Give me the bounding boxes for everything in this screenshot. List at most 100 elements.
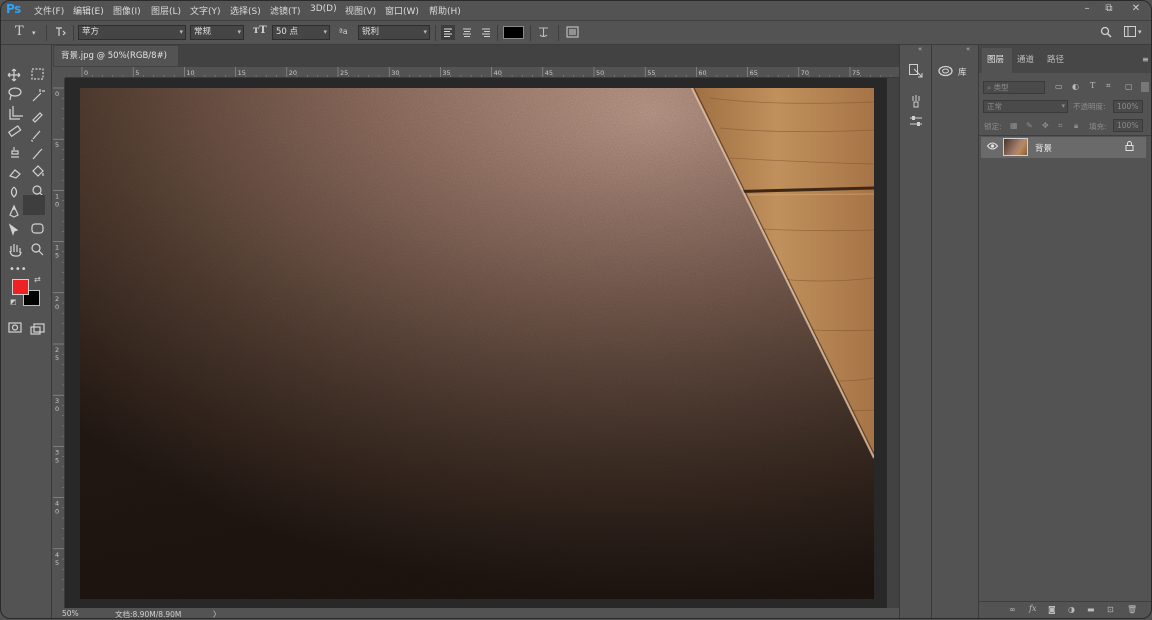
align-right-button[interactable] xyxy=(479,25,493,40)
align-center-button[interactable] xyxy=(460,25,474,40)
ruler-label: 5 xyxy=(55,456,59,464)
adjustment-filter-icon[interactable]: ◐ xyxy=(1072,82,1079,91)
type-tool-preset[interactable]: T xyxy=(15,24,24,39)
opacity-label: 不透明度: xyxy=(1073,102,1106,111)
menu-select[interactable]: 选择(S) xyxy=(230,4,261,17)
text-orientation-icon[interactable] xyxy=(55,26,67,41)
mask-icon[interactable]: ◙ xyxy=(1048,605,1056,614)
text-color-swatch[interactable] xyxy=(503,26,524,39)
ruler-label: 55 xyxy=(647,69,655,77)
ruler-label: 5 xyxy=(55,141,59,149)
lock-transparency-icon[interactable]: ▦ xyxy=(1010,121,1018,130)
warp-text-icon[interactable] xyxy=(537,25,550,41)
minimize-button[interactable]: – xyxy=(1080,2,1094,16)
libraries-panel-collapsed: « 库 xyxy=(931,45,978,619)
layer-thumbnail[interactable] xyxy=(1003,138,1028,156)
link-icon[interactable]: ∞ xyxy=(1009,605,1016,614)
menu-file[interactable]: 文件(F) xyxy=(34,4,64,17)
font-size-select[interactable]: 50 点 ▾ xyxy=(272,25,330,40)
layer-row[interactable]: 背景 xyxy=(981,137,1146,158)
group-icon[interactable]: ▬ xyxy=(1087,605,1095,614)
menu-filter[interactable]: 滤镜(T) xyxy=(270,4,301,17)
new-layer-icon[interactable]: ⊡ xyxy=(1107,605,1114,614)
swap-colors-icon[interactable]: ⇄ xyxy=(34,275,41,284)
search-icon[interactable] xyxy=(1100,26,1112,41)
layer-filter-select[interactable]: ⌕ 类型 xyxy=(983,81,1045,94)
ruler-label: 1 xyxy=(55,244,59,252)
smart-object-filter-icon[interactable]: ▢ xyxy=(1125,82,1133,91)
default-colors-icon[interactable]: ◩ xyxy=(10,298,17,306)
close-button[interactable]: ✕ xyxy=(1129,2,1143,16)
collapse-icon[interactable]: « xyxy=(966,45,970,53)
menu-3d[interactable]: 3D(D) xyxy=(310,4,337,14)
opacity-field[interactable]: 100% xyxy=(1113,100,1143,113)
visibility-eye-icon[interactable] xyxy=(986,141,999,154)
blend-mode-select[interactable]: 正常 ▾ xyxy=(983,100,1068,113)
zoom-level[interactable]: 50% xyxy=(62,609,79,618)
canvas-image[interactable] xyxy=(80,88,874,599)
layer-name[interactable]: 背景 xyxy=(1035,142,1052,154)
font-style-select[interactable]: 常规 ▾ xyxy=(190,25,244,40)
fx-icon[interactable]: fx xyxy=(1029,604,1036,613)
trash-icon[interactable]: 🗑︎ xyxy=(1127,605,1137,614)
library-label[interactable]: 库 xyxy=(958,66,967,78)
document-tab[interactable]: 背景.jpg @ 50%(RGB/8#) × xyxy=(54,46,178,81)
type-tool-highlight[interactable] xyxy=(23,195,45,215)
fill-field[interactable]: 100% xyxy=(1113,119,1143,132)
svg-text:•••: ••• xyxy=(9,264,27,275)
vertical-scrollbar[interactable] xyxy=(887,78,899,608)
menu-window[interactable]: 窗口(W) xyxy=(385,4,419,17)
shape-filter-icon[interactable]: ⌗ xyxy=(1106,81,1111,91)
photoshop-logo: Ps xyxy=(6,2,21,16)
anti-alias-select[interactable]: 锐利 ▾ xyxy=(358,25,430,40)
lock-artboard-icon[interactable]: ⌗ xyxy=(1058,121,1063,131)
tab-channels[interactable]: 通道 xyxy=(1017,53,1034,65)
chevron-down-icon[interactable]: ▾ xyxy=(1138,28,1142,36)
menu-image[interactable]: 图像(I) xyxy=(113,4,141,17)
search-icon: ⌕ xyxy=(987,83,992,92)
character-panel-icon[interactable] xyxy=(566,26,579,41)
vertical-ruler[interactable]: 051015202530354045 xyxy=(53,78,65,608)
ruler-label: 35 xyxy=(442,69,450,77)
menu-layer[interactable]: 图层(L) xyxy=(151,4,181,17)
tab-paths[interactable]: 路径 xyxy=(1047,53,1064,65)
status-menu-arrow[interactable]: 〉 xyxy=(213,609,221,620)
history-panel-icon[interactable] xyxy=(908,63,924,79)
ruler-label: 3 xyxy=(55,397,59,405)
document-info: 文档:8.90M/8.90M xyxy=(115,610,182,619)
properties-panel-icon[interactable] xyxy=(908,113,924,129)
font-family-select[interactable]: 苹方 ▾ xyxy=(78,25,186,40)
ruler-label: 0 xyxy=(55,303,59,311)
type-filter-icon[interactable]: T xyxy=(1090,81,1095,90)
fill-label: 填充: xyxy=(1089,122,1107,131)
document-tab-title: 背景.jpg @ 50%(RGB/8#) xyxy=(61,51,168,61)
foreground-color-swatch[interactable] xyxy=(12,279,29,295)
brush-preset-icon[interactable] xyxy=(908,93,924,109)
ruler-label: 60 xyxy=(698,69,706,77)
ruler-label: 0 xyxy=(55,200,59,208)
lock-all-icon[interactable]: 🔒︎ xyxy=(1074,121,1078,131)
ruler-label: 0 xyxy=(55,405,59,413)
ruler-corner[interactable] xyxy=(53,67,65,78)
menu-help[interactable]: 帮助(H) xyxy=(429,4,461,17)
menu-edit[interactable]: 编辑(E) xyxy=(73,4,104,17)
ruler-label: 4 xyxy=(55,551,59,559)
adjustment-icon[interactable]: ◑ xyxy=(1068,605,1075,614)
chevron-down-icon[interactable]: ▾ xyxy=(32,29,36,37)
panel-menu-icon[interactable]: ≡ xyxy=(1142,55,1149,64)
lock-position-icon[interactable]: ✥ xyxy=(1042,121,1049,130)
creative-cloud-icon[interactable] xyxy=(938,65,953,77)
restore-button[interactable]: ⧉ xyxy=(1102,2,1116,16)
filter-toggle[interactable] xyxy=(1141,82,1149,92)
menu-type[interactable]: 文字(Y) xyxy=(190,4,221,17)
image-filter-icon[interactable]: ▭ xyxy=(1055,82,1063,91)
align-left-button[interactable] xyxy=(441,25,455,40)
leather-on-wood-photo xyxy=(80,88,874,599)
workspace-icon[interactable] xyxy=(1124,26,1136,40)
menu-view[interactable]: 视图(V) xyxy=(345,4,376,17)
tab-layers[interactable]: 图层 xyxy=(987,53,1004,65)
ruler-label: 5 xyxy=(55,252,59,260)
lock-pixels-icon[interactable]: ✎ xyxy=(1026,121,1033,130)
collapse-icon[interactable]: « xyxy=(918,45,922,53)
horizontal-ruler[interactable]: 0 5 10 15 20 25 30 35 40 45 50 55 60 65 70 75 xyxy=(65,67,899,78)
